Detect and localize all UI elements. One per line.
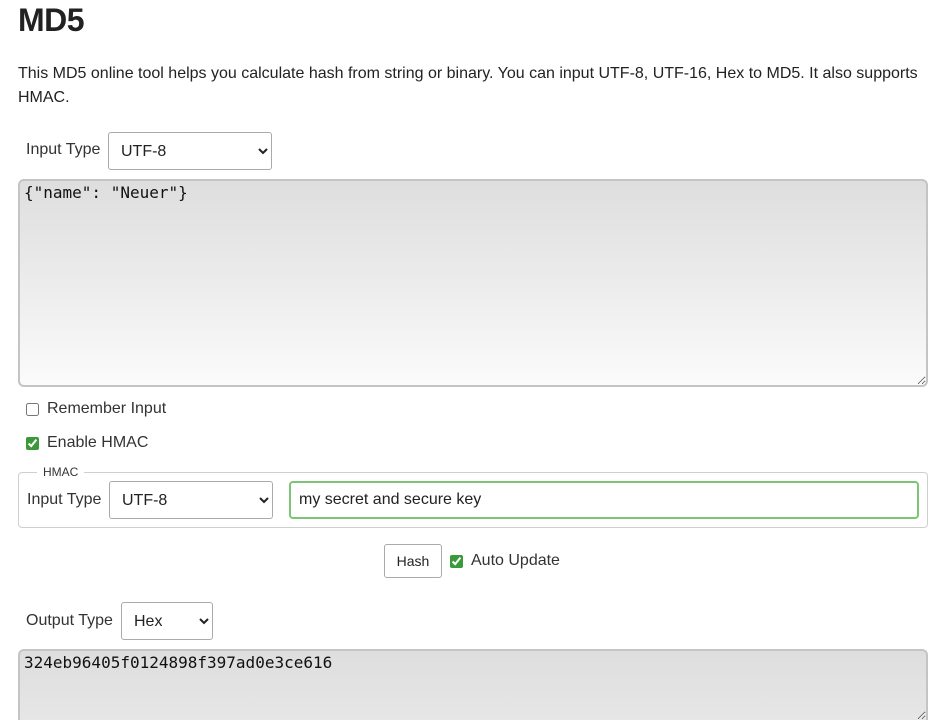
page-title: MD5 — [18, 2, 85, 38]
auto-update-label: Auto Update — [471, 552, 560, 569]
hmac-input-type-label: Input Type — [27, 491, 102, 508]
enable-hmac-option[interactable]: Enable HMAC — [26, 434, 148, 452]
remember-input-checkbox[interactable] — [26, 402, 39, 416]
input-type-label: Input Type — [26, 141, 101, 158]
output-type-select[interactable]: Hex — [121, 602, 213, 640]
auto-update-checkbox[interactable] — [450, 554, 463, 568]
remember-input-label: Remember Input — [47, 400, 167, 417]
output-type-label: Output Type — [26, 612, 113, 629]
output-textarea[interactable]: 324eb96405f0124898f397ad0e3ce616 — [18, 649, 928, 720]
hash-button[interactable]: Hash — [384, 544, 442, 578]
enable-hmac-checkbox[interactable] — [26, 436, 39, 450]
md5-tool-page: MD5 This MD5 online tool helps you calcu… — [0, 0, 948, 720]
page-description: This MD5 online tool helps you calculate… — [18, 65, 918, 106]
auto-update-option[interactable]: Auto Update — [450, 552, 560, 570]
enable-hmac-label: Enable HMAC — [47, 434, 149, 451]
input-textarea[interactable]: {"name": "Neuer"} — [18, 179, 928, 387]
hmac-input-type-select[interactable]: UTF-8 — [109, 481, 273, 519]
hmac-key-input[interactable] — [289, 481, 919, 519]
remember-input-option[interactable]: Remember Input — [26, 400, 166, 418]
hmac-legend: HMAC — [43, 465, 79, 479]
input-type-select[interactable]: UTF-8 — [108, 132, 272, 170]
